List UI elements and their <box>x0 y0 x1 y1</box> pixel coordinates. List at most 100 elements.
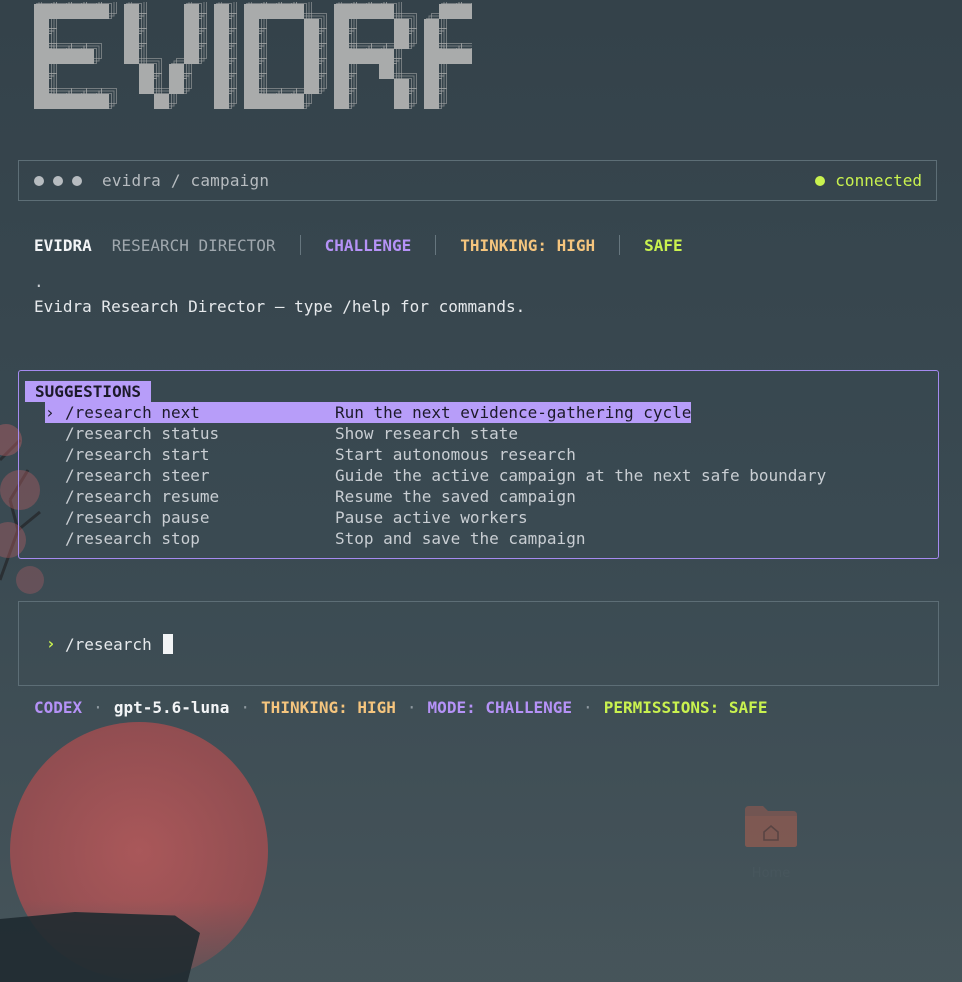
banner-block <box>124 34 139 49</box>
banner-block <box>244 19 259 34</box>
banner-block <box>274 94 289 109</box>
banner-block <box>394 94 409 109</box>
connection-status-label: connected <box>835 171 922 190</box>
banner-block <box>34 4 49 19</box>
banner-block <box>244 94 259 109</box>
suggestion-description: Stop and save the campaign <box>335 529 586 548</box>
suggestion-command: /research pause <box>65 508 210 527</box>
desktop-home-label: Home <box>751 866 791 881</box>
suggestion-research-stop[interactable]: /research stop Stop and save the campaign <box>45 528 585 549</box>
banner-block <box>79 49 94 64</box>
footer-mode-label: MODE: CHALLENGE <box>427 697 573 717</box>
banner-block <box>64 49 79 64</box>
desktop-home-folder[interactable]: Home <box>736 802 806 881</box>
banner-block <box>244 49 259 64</box>
suggestion-command: /research status <box>65 424 220 443</box>
banner-block <box>394 19 409 34</box>
suggestion-research-next[interactable]: › /research next Run the next evidence-gat… <box>45 402 692 423</box>
banner-block <box>34 19 49 34</box>
banner-block <box>139 64 154 79</box>
banner-block <box>454 4 469 19</box>
banner-block <box>184 49 199 64</box>
provider-label: CODEX <box>34 697 83 717</box>
banner-block <box>334 79 349 94</box>
suggestion-research-resume[interactable]: /research resume Resume the saved campaig… <box>45 486 576 507</box>
banner-block <box>34 34 49 49</box>
banner-block <box>334 34 349 49</box>
banner-block <box>259 4 274 19</box>
suggestion-research-start[interactable]: /research start Start autonomous research <box>45 444 576 465</box>
suggestion-description: Run the next evidence-gathering cycle <box>335 403 692 422</box>
command-input-box[interactable]: › /research <box>18 601 939 686</box>
banner-block <box>289 94 304 109</box>
banner-block <box>274 4 289 19</box>
banner-block <box>259 94 274 109</box>
banner-block <box>64 4 79 19</box>
banner-block <box>304 64 319 79</box>
command-input-value[interactable]: /research <box>65 635 161 654</box>
banner-block <box>304 34 319 49</box>
banner-block <box>49 49 64 64</box>
suggestion-research-pause[interactable]: /research pause Pause active workers <box>45 507 528 528</box>
status-footer: CODEX · gpt-5.6-luna · THINKING: HIGH · … <box>34 696 767 718</box>
header-divider <box>435 235 437 255</box>
text-cursor <box>163 634 174 654</box>
banner-block <box>334 64 349 79</box>
thinking-badge: THINKING: HIGH <box>460 235 596 255</box>
header-divider <box>619 235 621 255</box>
banner-block <box>424 19 439 34</box>
suggestion-research-status[interactable]: /research status Show research state <box>45 423 518 444</box>
banner-block <box>379 49 394 64</box>
suggestion-command: /research next <box>65 403 200 422</box>
suggestion-command: /research start <box>65 445 210 464</box>
suggestion-description: Pause active workers <box>335 508 528 527</box>
header-divider <box>299 235 301 255</box>
window-dot-close[interactable] <box>34 175 44 186</box>
banner-block <box>184 19 199 34</box>
suggestion-description: Guide the active campaign at the next sa… <box>335 466 827 485</box>
selected-chevron-icon: › <box>45 403 55 422</box>
banner-block <box>364 4 379 19</box>
transcript-dot: . <box>34 272 44 291</box>
suggestion-command: /research resume <box>65 487 220 506</box>
banner-block <box>214 79 229 94</box>
suggestion-research-steer[interactable]: /research steer Guide the active campaign… <box>45 465 826 486</box>
window-dot-maximize[interactable] <box>72 175 82 186</box>
banner-block <box>364 49 379 64</box>
banner-block <box>169 64 184 79</box>
banner-block <box>424 34 439 49</box>
banner-block <box>469 49 472 64</box>
banner-block <box>49 94 64 109</box>
window-controls <box>34 175 82 186</box>
banner-block <box>94 4 109 19</box>
banner-block <box>214 4 229 19</box>
banner-block <box>184 4 199 19</box>
footer-permissions-label: PERMISSIONS: SAFE <box>603 697 768 717</box>
banner-block <box>184 34 199 49</box>
banner-block <box>349 4 364 19</box>
banner-block <box>469 4 472 19</box>
banner-block <box>334 19 349 34</box>
suggestion-description: Resume the saved campaign <box>335 487 576 506</box>
banner-block <box>304 19 319 34</box>
banner-block <box>139 79 154 94</box>
banner-block <box>244 34 259 49</box>
footer-separator: · <box>93 697 103 717</box>
banner-block <box>349 49 364 64</box>
session-header: EVIDRA RESEARCH DIRECTOR CHALLENGE THINK… <box>34 234 683 256</box>
banner-block <box>34 64 49 79</box>
brand-label: EVIDRA <box>34 235 92 255</box>
banner-block <box>124 4 139 19</box>
welcome-message: Evidra Research Director — type /help fo… <box>34 297 526 316</box>
banner-block <box>34 94 49 109</box>
banner-block <box>79 4 94 19</box>
banner-block <box>439 4 454 19</box>
banner-block <box>379 64 394 79</box>
suggestion-command: /research stop <box>65 529 200 548</box>
footer-thinking-label: THINKING: HIGH <box>261 697 396 717</box>
window-dot-minimize[interactable] <box>53 175 63 186</box>
banner-block <box>124 19 139 34</box>
banner-block <box>454 49 469 64</box>
suggestions-title: SUGGESTIONS <box>25 381 151 402</box>
session-path: evidra / campaign <box>102 171 270 190</box>
